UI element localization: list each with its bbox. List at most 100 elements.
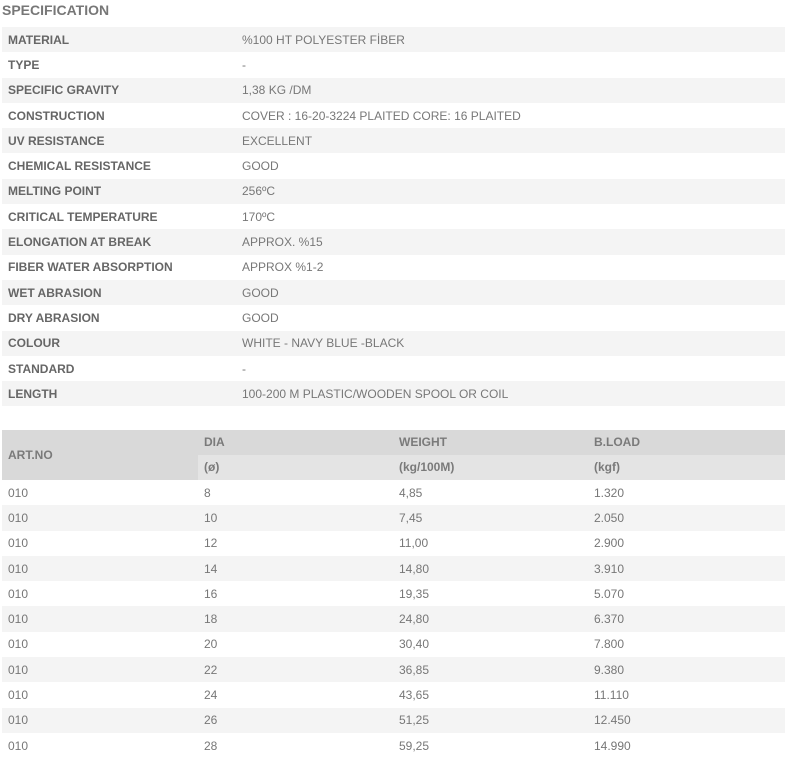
cell-bload: 3.910: [594, 561, 625, 576]
cell-weight: 19,35: [399, 586, 430, 601]
header-weight: WEIGHT: [399, 435, 447, 449]
cell-weight: 51,25: [399, 713, 430, 728]
spec-label: ELONGATION AT BREAK: [8, 235, 152, 250]
cell-dia: 10: [204, 510, 218, 525]
product-table: ART.NO DIA (ø) WEIGHT (kg/100M) B.LOAD (…: [2, 430, 785, 759]
spec-value: %100 HT POLYESTER FİBER: [242, 32, 405, 47]
cell-dia: 16: [204, 586, 218, 601]
table-row: 010 24 43,65 11.110: [2, 682, 785, 708]
spec-row: SPECIFIC GRAVITY 1,38 KG /DM: [2, 77, 785, 103]
spec-row: LENGTH 100-200 M PLASTIC/WOODEN SPOOL OR …: [2, 381, 785, 407]
spec-label: CRITICAL TEMPERATURE: [8, 209, 158, 224]
spec-row: CHEMICAL RESISTANCE GOOD: [2, 153, 785, 179]
table-row: 010 18 24,80 6.370: [2, 606, 785, 632]
spec-label: FIBER WATER ABSORPTION: [8, 260, 173, 275]
spec-row: UV RESISTANCE EXCELLENT: [2, 128, 785, 154]
cell-bload: 5.070: [594, 586, 625, 601]
specification-table: MATERIAL %100 HT POLYESTER FİBER TYPE - SPEC…: [2, 27, 785, 407]
spec-label: TYPE: [8, 57, 40, 72]
table-row: 010 8 4,85 1.320: [2, 480, 785, 506]
cell-bload: 14.990: [594, 738, 631, 753]
cell-dia: 14: [204, 561, 218, 576]
spec-row: ELONGATION AT BREAK APPROX. %15: [2, 229, 785, 255]
cell-weight: 11,00: [399, 536, 429, 551]
cell-bload: 7.800: [594, 637, 625, 652]
spec-label: STANDARD: [8, 361, 75, 376]
spec-value: APPROX %1-2: [242, 260, 324, 275]
cell-weight: 59,25: [399, 738, 430, 753]
cell-weight: 43,65: [399, 688, 430, 703]
spec-value: 256ºC: [242, 184, 276, 199]
cell-dia: 22: [204, 662, 218, 677]
cell-artno: 010: [8, 510, 29, 525]
cell-bload: 6.370: [594, 612, 625, 627]
table-row: 010 12 11,00 2.900: [2, 530, 785, 556]
spec-row: WET ABRASION GOOD: [2, 279, 785, 306]
spec-label: DRY ABRASION: [8, 310, 100, 325]
spec-value: -: [242, 361, 246, 376]
spec-row: MATERIAL %100 HT POLYESTER FİBER: [2, 27, 785, 53]
cell-dia: 18: [204, 612, 218, 627]
cell-artno: 010: [8, 586, 29, 601]
cell-dia: 28: [204, 738, 218, 753]
product-table-body: 010 8 4,85 1.320 010 10 7,45 2.050 010 12 11,00 2.9…: [2, 480, 785, 759]
table-row: 010 14 14,80 3.910: [2, 555, 785, 582]
spec-value: EXCELLENT: [242, 133, 313, 148]
product-table-header: ART.NO DIA (ø) WEIGHT (kg/100M) B.LOAD (…: [2, 430, 785, 480]
cell-artno: 010: [8, 713, 29, 728]
spec-row: STANDARD -: [2, 355, 785, 382]
spec-row: CRITICAL TEMPERATURE 170ºC: [2, 204, 785, 230]
table-row: 010 22 36,85 9.380: [2, 657, 785, 683]
cell-artno: 010: [8, 536, 29, 551]
table-row: 010 26 51,25 12.450: [2, 707, 785, 733]
cell-weight: 14,80: [399, 561, 430, 576]
cell-bload: 12.450: [594, 713, 631, 728]
cell-artno: 010: [8, 662, 29, 677]
section-heading: SPECIFICATION: [2, 2, 110, 18]
cell-dia: 26: [204, 713, 218, 728]
header-dia-unit: (ø): [198, 455, 393, 480]
spec-label: CONSTRUCTION: [8, 108, 105, 123]
spec-value: COVER : 16-20-3224 PLAITED CORE: 16 PLAI…: [242, 108, 521, 123]
header-bload-unit: (kgf): [588, 455, 785, 480]
spec-label: UV RESISTANCE: [8, 133, 105, 148]
cell-dia: 20: [204, 637, 218, 652]
cell-artno: 010: [8, 637, 29, 652]
spec-value: GOOD: [242, 285, 279, 300]
cell-dia: 12: [204, 536, 218, 551]
cell-weight: 30,40: [399, 637, 430, 652]
table-row: 010 16 19,35 5.070: [2, 581, 785, 607]
spec-label: MELTING POINT: [8, 184, 102, 199]
cell-dia: 24: [204, 688, 218, 703]
cell-artno: 010: [8, 485, 29, 500]
spec-row: MELTING POINT 256ºC: [2, 178, 785, 205]
spec-row: CONSTRUCTION COVER : 16-20-3224 PLAITED C…: [2, 102, 785, 129]
header-weight-unit: (kg/100M): [393, 455, 588, 480]
spec-label: MATERIAL: [8, 32, 70, 47]
header-artno: ART.NO: [8, 448, 53, 462]
spec-label: COLOUR: [8, 336, 60, 351]
spec-row: DRY ABRASION GOOD: [2, 305, 785, 331]
spec-value: GOOD: [242, 310, 279, 325]
table-row: 010 10 7,45 2.050: [2, 505, 785, 531]
cell-artno: 010: [8, 688, 29, 703]
cell-weight: 7,45: [399, 510, 423, 525]
cell-weight: 36,85: [399, 662, 430, 677]
cell-weight: 4,85: [399, 485, 423, 500]
spec-row: COLOUR WHITE - NAVY BLUE -BLACK: [2, 330, 785, 356]
table-row: 010 28 59,25 14.990: [2, 732, 785, 759]
cell-bload: 2.900: [594, 536, 625, 551]
cell-bload: 9.380: [594, 662, 625, 677]
spec-value: APPROX. %15: [242, 235, 323, 250]
table-row: 010 20 30,40 7.800: [2, 631, 785, 658]
header-dia-column: DIA (ø): [198, 430, 393, 480]
header-weight-column: WEIGHT (kg/100M): [393, 430, 588, 480]
cell-artno: 010: [8, 561, 29, 576]
cell-artno: 010: [8, 612, 29, 627]
cell-weight: 24,80: [399, 612, 430, 627]
cell-bload: 11.110: [594, 688, 629, 703]
spec-value: WHITE - NAVY BLUE -BLACK: [242, 336, 405, 351]
spec-value: GOOD: [242, 159, 279, 174]
spec-row: FIBER WATER ABSORPTION APPROX %1-2: [2, 254, 785, 280]
spec-label: CHEMICAL RESISTANCE: [8, 159, 151, 174]
